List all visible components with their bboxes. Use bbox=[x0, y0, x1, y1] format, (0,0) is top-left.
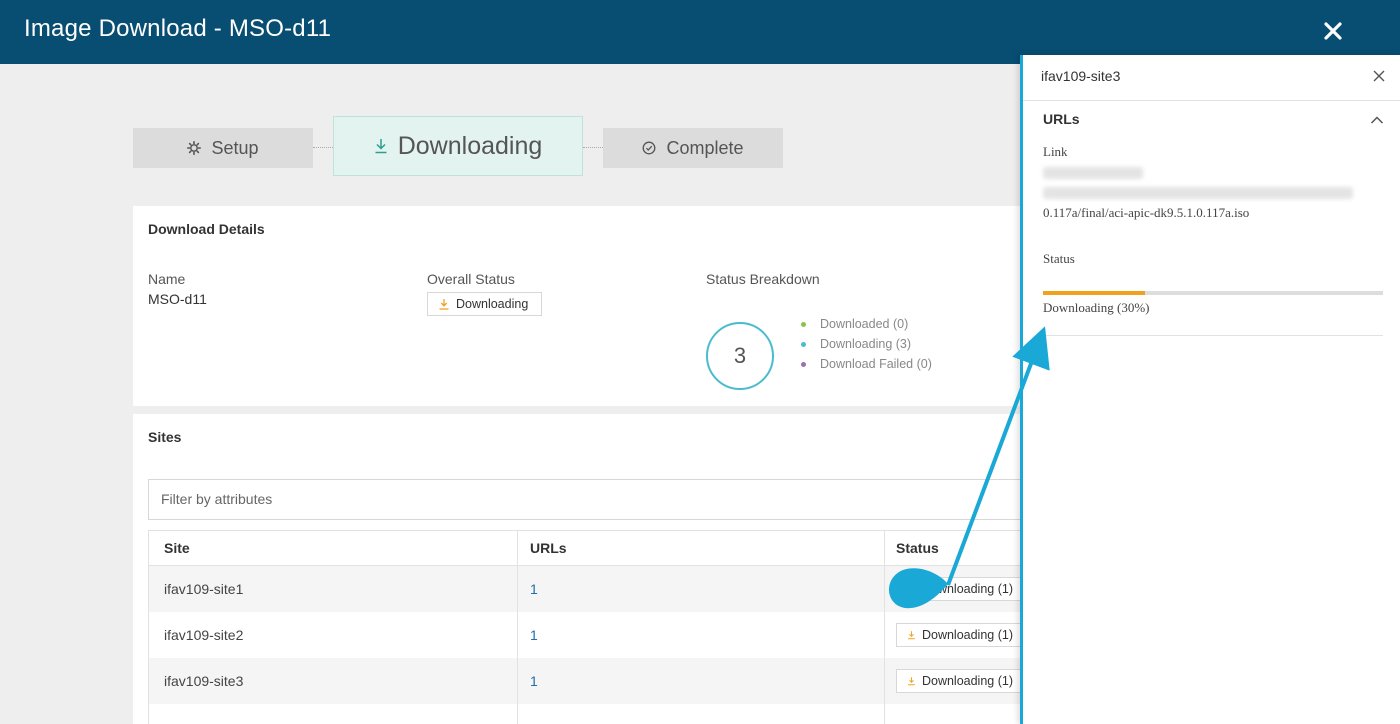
download-details-card: Download Details Name MSO-d11 Overall St… bbox=[133, 206, 1023, 406]
site-detail-panel: ifav109-site3 URLs Link 0.117a/final/aci… bbox=[1020, 55, 1400, 724]
download-icon bbox=[908, 677, 915, 686]
gear-icon bbox=[187, 141, 202, 155]
sites-heading: Sites bbox=[148, 429, 182, 445]
panel-divider bbox=[1023, 100, 1400, 101]
step-connector bbox=[583, 147, 603, 148]
download-icon bbox=[908, 631, 915, 640]
table-header: Site URLs Status bbox=[148, 530, 1023, 566]
status-value: Downloading (30%) bbox=[1043, 300, 1150, 315]
row-status-text: Downloading (1) bbox=[921, 628, 1013, 642]
link-value[interactable]: 0.117a/final/aci-apic-dk9.5.1.0.117a.iso bbox=[1043, 205, 1249, 221]
site-cell: ifav109-site2 bbox=[164, 627, 244, 643]
site-cell: ifav109-site3 bbox=[164, 673, 244, 689]
panel-divider bbox=[1043, 335, 1383, 336]
overall-status-badge: Downloading bbox=[427, 292, 542, 316]
column-header-site[interactable]: Site bbox=[164, 531, 190, 565]
sites-card: Sites Filter by attributes Site URLs Sta… bbox=[133, 414, 1024, 724]
legend-downloading-label: Downloading (3) bbox=[820, 337, 912, 351]
link-redacted-line bbox=[1043, 167, 1143, 179]
legend-downloaded-label: Downloaded (0) bbox=[820, 317, 909, 331]
column-header-status[interactable]: Status bbox=[896, 531, 939, 565]
legend-dot bbox=[801, 341, 806, 347]
urls-cell[interactable]: 1 bbox=[530, 658, 538, 704]
row-status-text: Downloading (1) bbox=[921, 674, 1013, 688]
link-label: Link bbox=[1043, 144, 1068, 159]
step-downloading-label: Downloading bbox=[397, 131, 543, 160]
step-setup[interactable]: Setup bbox=[133, 128, 313, 168]
overall-status-text: Downloading bbox=[456, 297, 529, 311]
legend-dot bbox=[801, 321, 806, 327]
name-value: MSO-d11 bbox=[148, 291, 207, 307]
legend-downloading: Downloading (3) bbox=[801, 337, 911, 351]
close-icon[interactable] bbox=[1373, 70, 1385, 82]
check-circle-icon bbox=[643, 141, 656, 155]
modal-title: Image Download - MSO-d11 bbox=[24, 15, 332, 42]
urls-cell[interactable]: 1 bbox=[530, 612, 538, 658]
step-connector bbox=[313, 147, 333, 148]
table-row[interactable]: ifav109-site3 1 Downloading (1) bbox=[148, 658, 1024, 704]
site-cell: ifav109-site1 bbox=[164, 581, 244, 597]
step-downloading[interactable]: Downloading bbox=[333, 116, 583, 176]
overall-status-label: Overall Status bbox=[427, 271, 515, 287]
step-setup-label: Setup bbox=[211, 137, 259, 158]
download-progress-fill bbox=[1043, 291, 1145, 295]
legend-download-failed-label: Download Failed (0) bbox=[820, 357, 932, 371]
table-row[interactable]: ifav109-site1 1 Downloading (1) bbox=[148, 566, 1024, 612]
urls-section-heading[interactable]: URLs bbox=[1043, 111, 1080, 127]
legend-downloaded: Downloaded (0) bbox=[801, 317, 908, 331]
status-breakdown-label: Status Breakdown bbox=[706, 271, 820, 287]
filter-input[interactable]: Filter by attributes bbox=[148, 479, 1023, 520]
table-row[interactable]: ifav109-site2 1 Downloading (1) bbox=[148, 612, 1024, 658]
name-label: Name bbox=[148, 271, 186, 287]
table-row bbox=[148, 704, 1023, 724]
row-status-text: Downloading (1) bbox=[921, 582, 1013, 596]
download-details-heading: Download Details bbox=[148, 221, 265, 237]
chevron-up-icon[interactable] bbox=[1370, 115, 1384, 125]
download-progress-bar bbox=[1043, 291, 1383, 295]
step-complete[interactable]: Complete bbox=[603, 128, 783, 168]
legend-download-failed: Download Failed (0) bbox=[801, 357, 932, 371]
column-header-urls[interactable]: URLs bbox=[530, 531, 567, 565]
status-donut: 3 bbox=[706, 322, 774, 390]
status-label: Status bbox=[1043, 251, 1075, 266]
row-status-badge[interactable]: Downloading (1) bbox=[896, 623, 1024, 647]
close-icon[interactable] bbox=[1322, 20, 1344, 42]
step-complete-label: Complete bbox=[666, 137, 744, 158]
download-icon bbox=[908, 585, 915, 594]
urls-cell[interactable]: 1 bbox=[530, 566, 538, 612]
download-icon bbox=[439, 299, 449, 310]
legend-dot bbox=[801, 361, 806, 367]
row-status-badge[interactable]: Downloading (1) bbox=[896, 577, 1024, 601]
status-total: 3 bbox=[733, 343, 747, 368]
link-redacted-line bbox=[1043, 187, 1353, 199]
download-icon bbox=[375, 139, 387, 154]
row-status-badge[interactable]: Downloading (1) bbox=[896, 669, 1024, 693]
panel-title: ifav109-site3 bbox=[1041, 68, 1121, 84]
